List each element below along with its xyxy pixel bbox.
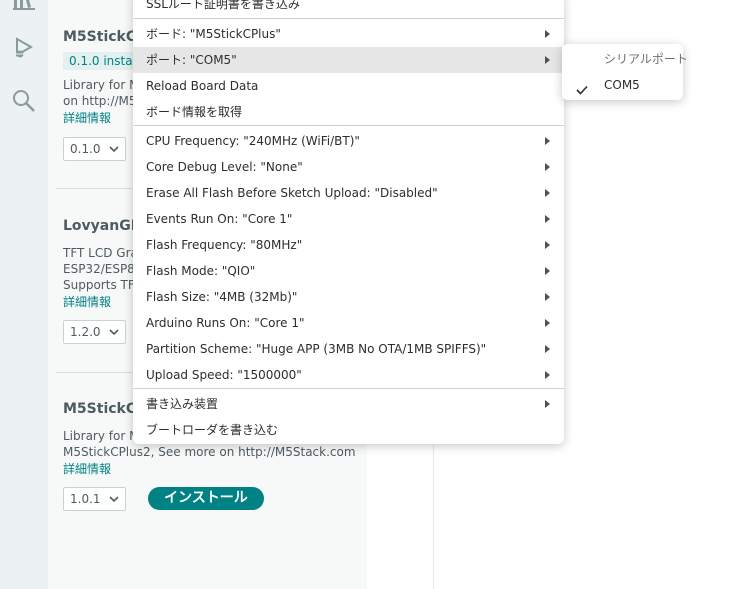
submenu-arrow-icon bbox=[545, 267, 550, 275]
submenu-arrow-icon bbox=[545, 137, 550, 145]
menu-item-label: Flash Mode: "QIO" bbox=[146, 264, 256, 278]
menu-item-label: Reload Board Data bbox=[146, 79, 259, 93]
menu-item-programmer[interactable]: 書き込み装置 bbox=[133, 391, 564, 417]
menu-item-core-debug-level[interactable]: Core Debug Level: "None" bbox=[133, 154, 564, 180]
menu-separator bbox=[133, 18, 564, 19]
menu-item-cpu-frequency[interactable]: CPU Frequency: "240MHz (WiFi/BT)" bbox=[133, 128, 564, 154]
more-info-link[interactable]: 詳細情報 bbox=[63, 293, 111, 310]
chevron-down-icon bbox=[109, 324, 119, 347]
menu-item-label: Flash Frequency: "80MHz" bbox=[146, 238, 303, 252]
port-submenu: シリアルポート COM5 bbox=[562, 44, 688, 100]
menu-item-label: Arduino Runs On: "Core 1" bbox=[146, 316, 305, 330]
menu-item-label: ボード: "M5StickCPlus" bbox=[146, 27, 281, 41]
version-select[interactable]: 0.1.0 bbox=[63, 137, 126, 161]
menu-item-label: Events Run On: "Core 1" bbox=[146, 212, 293, 226]
submenu-header-label: シリアルポート bbox=[604, 52, 688, 66]
menu-item-upload-speed[interactable]: Upload Speed: "1500000" bbox=[133, 362, 564, 388]
menu-item-label: Partition Scheme: "Huge APP (3MB No OTA/… bbox=[146, 342, 487, 356]
port-option-com5[interactable]: COM5 bbox=[562, 72, 683, 98]
submenu-arrow-icon bbox=[545, 319, 550, 327]
activity-bar bbox=[0, 0, 48, 589]
submenu-arrow-icon bbox=[545, 400, 550, 408]
library-description-line: Library for M bbox=[63, 429, 140, 443]
menu-item-label: ブートローダを書き込む bbox=[146, 423, 279, 437]
version-value: 1.0.1 bbox=[70, 492, 101, 506]
search-icon[interactable] bbox=[11, 88, 37, 114]
install-button[interactable]: インストール bbox=[148, 487, 264, 510]
more-info-link[interactable]: 詳細情報 bbox=[63, 109, 111, 126]
menu-item-label: ボード情報を取得 bbox=[146, 105, 243, 119]
version-select[interactable]: 1.0.1 bbox=[63, 487, 126, 511]
menu-item-reload-board-data[interactable]: Reload Board Data bbox=[133, 73, 564, 99]
chevron-down-icon bbox=[109, 491, 119, 514]
menu-item-label: 書き込み装置 bbox=[146, 397, 219, 411]
version-value: 0.1.0 bbox=[70, 142, 101, 156]
menu-item-label: ポート: "COM5" bbox=[146, 53, 237, 67]
menu-item-burn-bootloader[interactable]: ブートローダを書き込む bbox=[133, 417, 564, 443]
submenu-arrow-icon bbox=[545, 345, 550, 353]
menu-item-events-run-on[interactable]: Events Run On: "Core 1" bbox=[133, 206, 564, 232]
submenu-arrow-icon bbox=[545, 293, 550, 301]
menu-separator bbox=[133, 125, 564, 126]
menu-item-ssl-cert[interactable]: SSLルート証明書を書き込み bbox=[133, 0, 564, 17]
menu-item-label: Flash Size: "4MB (32Mb)" bbox=[146, 290, 298, 304]
menu-item-label: Upload Speed: "1500000" bbox=[146, 368, 302, 382]
menu-item-port[interactable]: ポート: "COM5" bbox=[133, 47, 564, 73]
chevron-down-icon bbox=[109, 141, 119, 164]
menu-item-arduino-runs-on[interactable]: Arduino Runs On: "Core 1" bbox=[133, 310, 564, 336]
menu-separator bbox=[133, 388, 564, 389]
library-description-line: on http://M5 bbox=[63, 94, 137, 108]
library-title: M5StickC bbox=[63, 29, 137, 45]
library-description-line: M5StickCPlus2, See more on http://M5Stac… bbox=[63, 445, 356, 459]
menu-item-erase-flash[interactable]: Erase All Flash Before Sketch Upload: "D… bbox=[133, 180, 564, 206]
submenu-arrow-icon bbox=[545, 189, 550, 197]
check-icon bbox=[576, 79, 588, 105]
library-description-line: ESP32/ESP8 bbox=[63, 262, 135, 276]
menu-item-board[interactable]: ボード: "M5StickCPlus" bbox=[133, 21, 564, 47]
more-info-link[interactable]: 詳細情報 bbox=[63, 460, 111, 477]
library-title: M5StickC bbox=[63, 401, 137, 417]
menu-item-flash-mode[interactable]: Flash Mode: "QIO" bbox=[133, 258, 564, 284]
menu-item-label: Core Debug Level: "None" bbox=[146, 160, 303, 174]
menu-item-flash-size[interactable]: Flash Size: "4MB (32Mb)" bbox=[133, 284, 564, 310]
submenu-arrow-icon bbox=[545, 56, 550, 64]
library-description-line: Library for M bbox=[63, 78, 140, 92]
menu-item-flash-frequency[interactable]: Flash Frequency: "80MHz" bbox=[133, 232, 564, 258]
library-description-line: TFT LCD Gra bbox=[63, 246, 138, 260]
menu-item-board-info[interactable]: ボード情報を取得 bbox=[133, 99, 564, 125]
library-icon[interactable] bbox=[11, 0, 37, 14]
submenu-arrow-icon bbox=[545, 163, 550, 171]
serial-port-header: シリアルポート bbox=[562, 46, 688, 72]
menu-item-label: CPU Frequency: "240MHz (WiFi/BT)" bbox=[146, 134, 360, 148]
library-title: LovyanGF bbox=[63, 218, 141, 234]
board-context-menu: SSLルート証明書を書き込み ボード: "M5StickCPlus" ポート: … bbox=[133, 0, 564, 444]
submenu-arrow-icon bbox=[545, 215, 550, 223]
library-description-line: Supports TF bbox=[63, 278, 135, 292]
submenu-arrow-icon bbox=[545, 371, 550, 379]
submenu-arrow-icon bbox=[545, 241, 550, 249]
submenu-arrow-icon bbox=[545, 30, 550, 38]
version-select[interactable]: 1.2.0 bbox=[63, 320, 126, 344]
menu-item-label: SSLルート証明書を書き込み bbox=[146, 0, 300, 11]
debug-icon[interactable] bbox=[11, 36, 37, 62]
menu-item-partition-scheme[interactable]: Partition Scheme: "Huge APP (3MB No OTA/… bbox=[133, 336, 564, 362]
menu-item-label: Erase All Flash Before Sketch Upload: "D… bbox=[146, 186, 438, 200]
port-option-label: COM5 bbox=[604, 78, 640, 92]
version-value: 1.2.0 bbox=[70, 325, 101, 339]
